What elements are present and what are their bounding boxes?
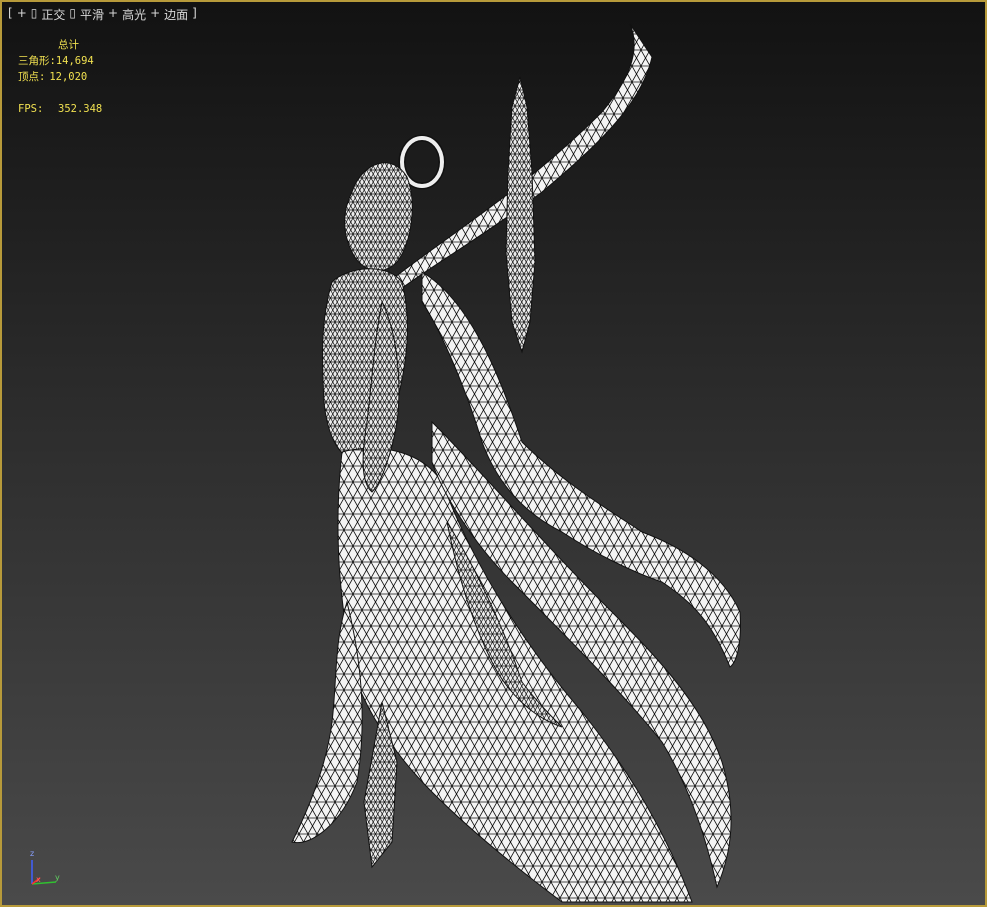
vertices-value: 12,020 <box>49 71 88 83</box>
y-axis-label: y <box>55 873 60 882</box>
stats-triangles-row: 三角形: 14,694 <box>18 53 102 69</box>
z-axis-label: z <box>30 849 34 858</box>
axis-gizmo: z x y <box>30 849 60 885</box>
triangles-value: 14,694 <box>55 55 94 67</box>
shading-menu[interactable]: 平滑 <box>80 6 104 23</box>
view-type-menu[interactable]: 正交 <box>41 6 65 23</box>
stats-vertices-row: 顶点: 12,020 <box>18 69 102 85</box>
triangles-label: 三角形: <box>18 55 56 67</box>
fps-value: 352.348 <box>58 103 103 115</box>
ribbon-left <box>291 600 363 844</box>
menu-plus: + <box>108 6 119 20</box>
wireframe-model[interactable] <box>2 2 987 907</box>
viewport-menu-plus[interactable]: + <box>17 6 27 23</box>
menu-plus: + <box>150 6 161 20</box>
menu-separator: ▯ <box>30 6 38 20</box>
fps-label: FPS: <box>18 103 44 115</box>
sword-scabbard <box>505 76 536 354</box>
statistics-overlay: 总计 三角形: 14,694 顶点: 12,020 FPS: 352.348 <box>18 37 102 117</box>
stats-header: 总计 <box>58 39 79 51</box>
stats-spacer <box>18 85 102 101</box>
viewport-label-menu: [ + ▯ 正交 ▯ 平滑 + 高光 + 边面 ] <box>8 6 197 23</box>
vertices-label: 顶点: <box>18 71 46 83</box>
highlight-menu[interactable]: 高光 <box>122 6 146 23</box>
stats-fps-row: FPS: 352.348 <box>18 101 102 117</box>
menu-bracket-open: [ <box>8 6 13 20</box>
menu-bracket-close: ] <box>192 6 197 20</box>
x-axis-label: x <box>36 875 41 884</box>
menu-separator: ▯ <box>69 6 76 20</box>
head <box>344 162 413 272</box>
3d-viewport[interactable]: [ + ▯ 正交 ▯ 平滑 + 高光 + 边面 ] 总计 三角形: 14,694… <box>0 0 987 907</box>
edged-faces-menu[interactable]: 边面 <box>164 6 188 23</box>
